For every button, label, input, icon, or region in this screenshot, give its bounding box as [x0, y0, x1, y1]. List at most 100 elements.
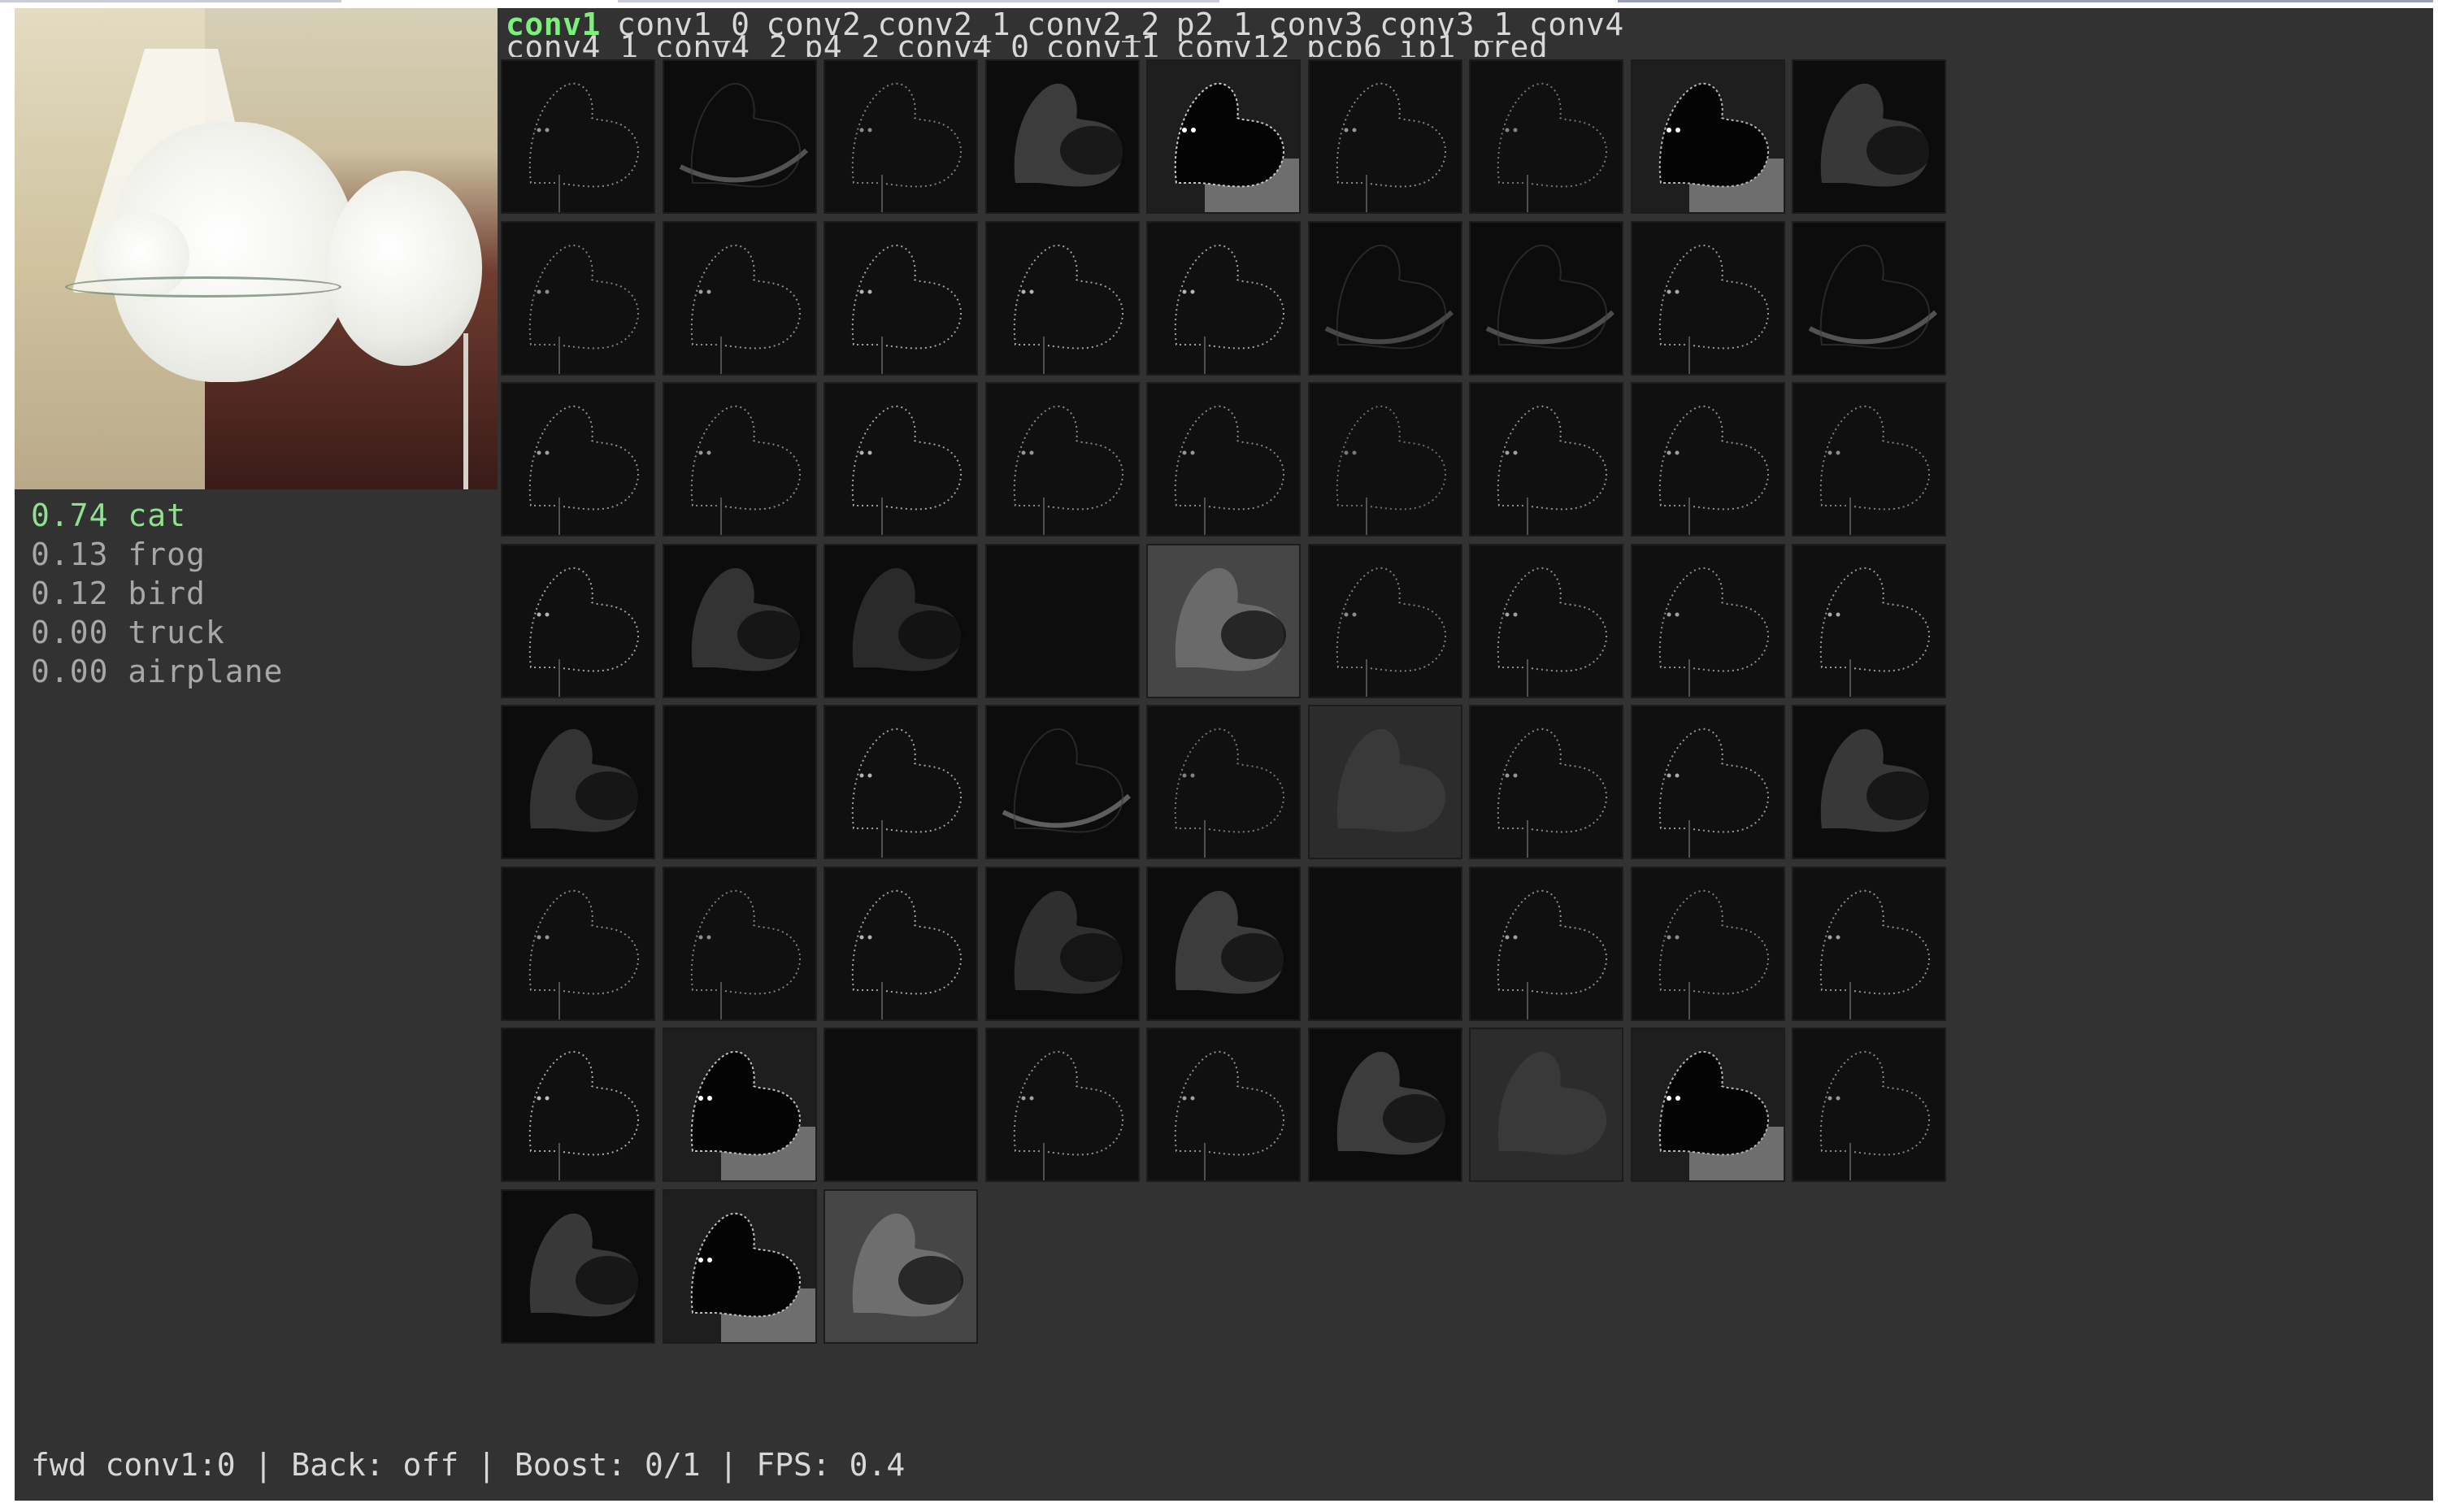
- activation-map: [825, 384, 976, 535]
- activation-tile[interactable]: [663, 221, 817, 376]
- activation-tile[interactable]: [1469, 867, 1623, 1021]
- activation-tile[interactable]: [1792, 221, 1946, 376]
- activation-tile[interactable]: [663, 705, 817, 859]
- activation-tile[interactable]: [663, 1189, 817, 1344]
- activation-tile[interactable]: [1146, 544, 1301, 698]
- activation-tile[interactable]: [1146, 59, 1301, 214]
- window-right-edge: [2433, 0, 2438, 1512]
- activation-tile[interactable]: [501, 705, 655, 859]
- activation-map: [825, 223, 976, 374]
- activation-tile[interactable]: [1792, 544, 1946, 698]
- prediction-score: 0.00: [31, 615, 109, 650]
- activation-tile[interactable]: [1792, 867, 1946, 1021]
- activation-grid: [501, 59, 1954, 1352]
- activation-tile[interactable]: [501, 1028, 655, 1182]
- activation-tile[interactable]: [1146, 382, 1301, 537]
- activation-tile[interactable]: [501, 544, 655, 698]
- activation-tile[interactable]: [1469, 221, 1623, 376]
- activation-tile[interactable]: [1308, 1028, 1462, 1182]
- activation-map: [1793, 868, 1945, 1019]
- top-strip-segment: [0, 0, 341, 2]
- activation-tile[interactable]: [824, 544, 978, 698]
- activation-tile[interactable]: [1146, 867, 1301, 1021]
- activation-tile[interactable]: [1631, 1028, 1785, 1182]
- activation-map: [987, 868, 1138, 1019]
- activation-tile[interactable]: [824, 1189, 978, 1344]
- activation-tile[interactable]: [1631, 705, 1785, 859]
- activation-tile[interactable]: [1469, 1028, 1623, 1182]
- activation-tile[interactable]: [824, 867, 978, 1021]
- activation-tile[interactable]: [1469, 59, 1623, 214]
- activation-tile[interactable]: [1792, 1028, 1946, 1182]
- layer-tab-pred[interactable]: pred: [1472, 31, 1549, 57]
- activation-map: [502, 223, 654, 374]
- activation-tile[interactable]: [824, 382, 978, 537]
- activation-tile[interactable]: [1308, 544, 1462, 698]
- layer-tab-conv4_0[interactable]: conv4_0: [897, 31, 1030, 57]
- activation-tile[interactable]: [985, 221, 1140, 376]
- activation-tile[interactable]: [1631, 59, 1785, 214]
- activation-map: [1310, 545, 1461, 697]
- activation-tile[interactable]: [1469, 382, 1623, 537]
- activation-tile[interactable]: [1308, 382, 1462, 537]
- activation-tile[interactable]: [824, 221, 978, 376]
- activation-map: [1310, 384, 1461, 535]
- activation-tile[interactable]: [1308, 867, 1462, 1021]
- activation-tile[interactable]: [663, 59, 817, 214]
- activation-tile[interactable]: [663, 1028, 817, 1182]
- activation-tile[interactable]: [663, 867, 817, 1021]
- activation-tile[interactable]: [501, 221, 655, 376]
- activation-tile[interactable]: [1146, 1028, 1301, 1182]
- activation-map: [1632, 1029, 1784, 1180]
- activation-tile[interactable]: [824, 59, 978, 214]
- activation-tile[interactable]: [1308, 705, 1462, 859]
- activation-tile[interactable]: [663, 382, 817, 537]
- image-pole: [463, 333, 468, 489]
- activation-tile[interactable]: [1146, 705, 1301, 859]
- activation-tile[interactable]: [1308, 221, 1462, 376]
- activation-tile[interactable]: [1631, 382, 1785, 537]
- activation-map: [1310, 223, 1461, 374]
- prediction-label: airplane: [128, 654, 284, 689]
- activation-tile[interactable]: [501, 382, 655, 537]
- activation-map: [825, 1029, 976, 1180]
- activation-tile[interactable]: [501, 59, 655, 214]
- activation-tile[interactable]: [985, 59, 1140, 214]
- activation-tile[interactable]: [985, 382, 1140, 537]
- layer-tab-conv12[interactable]: conv12: [1176, 31, 1290, 57]
- activation-tile[interactable]: [985, 544, 1140, 698]
- layer-tab-ip1[interactable]: ip1: [1399, 31, 1456, 57]
- layer-tab-conv4_1[interactable]: conv4_1: [506, 31, 639, 57]
- image-cat-tail: [328, 171, 482, 366]
- activation-tile[interactable]: [985, 1028, 1140, 1182]
- activation-tile[interactable]: [824, 705, 978, 859]
- activation-tile[interactable]: [1631, 544, 1785, 698]
- prediction-label: cat: [128, 497, 187, 533]
- activation-tile[interactable]: [501, 1189, 655, 1344]
- activation-map: [1793, 61, 1945, 212]
- deepvis-window: 0.74 cat 0.13 frog 0.12 bird 0.00 truck …: [15, 8, 2438, 1501]
- activation-tile[interactable]: [1792, 382, 1946, 537]
- layer-tab-pcp6[interactable]: pcp6: [1306, 31, 1383, 57]
- activation-tile[interactable]: [985, 705, 1140, 859]
- activation-tile[interactable]: [501, 867, 655, 1021]
- activation-tile[interactable]: [985, 867, 1140, 1021]
- activation-map: [1148, 61, 1299, 212]
- activation-map: [1632, 384, 1784, 535]
- activation-tile[interactable]: [663, 544, 817, 698]
- activation-tile[interactable]: [1792, 59, 1946, 214]
- activation-tile[interactable]: [1146, 221, 1301, 376]
- activation-tile[interactable]: [1469, 705, 1623, 859]
- activation-tile[interactable]: [1308, 59, 1462, 214]
- activation-tile[interactable]: [1631, 221, 1785, 376]
- layer-tab-conv4_2[interactable]: conv4_2: [655, 31, 789, 57]
- layer-tab-p4_2[interactable]: p4_2: [804, 31, 880, 57]
- activation-tile[interactable]: [1792, 705, 1946, 859]
- activation-tile[interactable]: [1631, 867, 1785, 1021]
- activation-map: [1471, 61, 1622, 212]
- activation-map: [1148, 706, 1299, 858]
- activation-tile[interactable]: [1469, 544, 1623, 698]
- layer-tab-conv11[interactable]: conv11: [1045, 31, 1159, 57]
- activation-map: [1632, 61, 1784, 212]
- activation-tile[interactable]: [824, 1028, 978, 1182]
